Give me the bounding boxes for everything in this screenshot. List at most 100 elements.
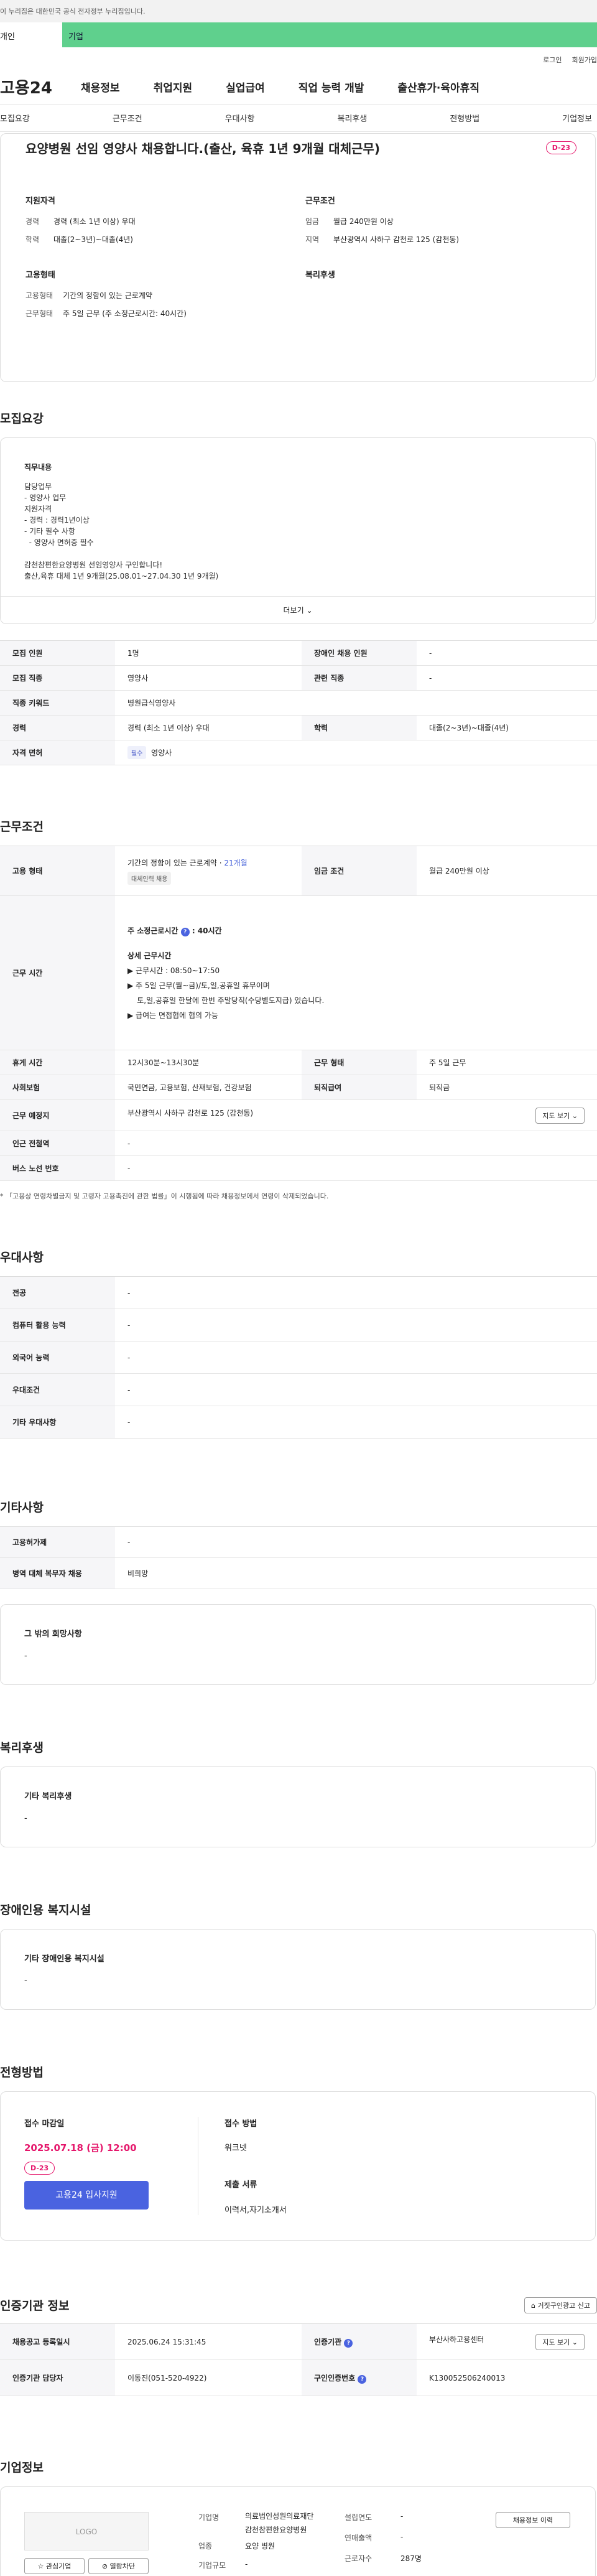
anchor-welfare[interactable]: 복리후생 <box>337 112 367 124</box>
gnb-jobs[interactable]: 채용정보 <box>81 79 120 95</box>
company-field-label: 설립연도 <box>345 2513 373 2522</box>
cert-map-button[interactable]: 지도 보기 ⌄ <box>535 2333 585 2350</box>
emp-label: 근무형태 <box>25 309 53 318</box>
block-view-button[interactable]: ⊘ 열람차단 <box>88 2558 149 2574</box>
row-value: 국민연금, 고용보험, 산재보험, 건강보험 <box>115 1075 302 1100</box>
row-label: 임금 조건 <box>302 846 417 896</box>
row-label: 사회보험 <box>0 1075 115 1100</box>
duty-title: 직무내용 <box>24 463 52 472</box>
chevron-down-icon: ⌄ <box>572 2338 578 2346</box>
qual-label: 경력 <box>25 217 40 226</box>
detail-hours-title: 상세 근무시간 <box>127 951 172 960</box>
qual-label: 학력 <box>25 235 40 244</box>
disabled-section-title: 장애인용 복지시설 <box>0 1903 91 1917</box>
job-history-button[interactable]: 채용정보 이력 <box>496 2512 570 2528</box>
row-value: 퇴직금 <box>417 1075 597 1100</box>
row-label: 학력 <box>302 715 417 740</box>
row-value: 필수 영양사 <box>115 740 597 765</box>
table-row: 버스 노선 번호 - <box>0 1155 597 1181</box>
info-icon[interactable]: ? <box>344 2338 353 2348</box>
table-row: 우대조건 - <box>0 1373 597 1406</box>
disabled-card: 기타 장애인용 복지시설 - <box>0 1929 596 2010</box>
row-label: 고용허가제 <box>0 1526 115 1558</box>
company-field-label: 연매출액 <box>345 2534 373 2542</box>
row-label: 병역 대체 복무자 채용 <box>0 1557 115 1589</box>
detail-hours-text: ▶ 근무시간 : 08:50~17:50 ▶ 주 5일 근무(월~금)/토,일,… <box>127 966 325 1020</box>
company-section-title: 기업정보 <box>0 2461 44 2475</box>
gnb-maternity-leave[interactable]: 출산휴가·육아휴직 <box>397 79 479 95</box>
gnb-unemployment-benefit[interactable]: 실업급여 <box>226 79 265 95</box>
anchor-selection[interactable]: 전형방법 <box>450 112 479 124</box>
etc-section-title: 기타사항 <box>0 1501 44 1514</box>
cert-number-label: 구인인증번호 <box>314 2373 356 2382</box>
fav-company-button[interactable]: ☆ 관심기업 <box>24 2558 85 2574</box>
table-row: 휴게 시간 12시30분~13시30분 근무 형태 주 5일 근무 <box>0 1050 597 1075</box>
chevron-down-icon: ⌄ <box>306 606 313 615</box>
info-icon[interactable]: ? <box>180 927 190 936</box>
anchor-company[interactable]: 기업정보 <box>562 112 592 124</box>
row-value: 부산광역시 사하구 감천로 125 (감천동) 지도 보기 ⌄ <box>115 1099 597 1131</box>
replacement-badge: 대체인력 채용 <box>127 871 172 885</box>
table-row: 모집 직종 영양사 관련 직종 - <box>0 665 597 691</box>
work-location-value: 부산광역시 사하구 감천로 125 (감천동) <box>127 1108 254 1118</box>
row-value: - <box>115 1131 597 1156</box>
row-value: 2025.06.24 15:31:45 <box>115 2323 302 2360</box>
table-row: 근무 시간 주 소정근로시간 ? : 40시간 상세 근무시간 ▶ 근무시간 :… <box>0 895 597 1050</box>
more-button[interactable]: 더보기 ⌄ <box>1 596 595 623</box>
table-row: 경력 경력 (최소 1년 이상) 우대 학력 대졸(2~3년)~대졸(4년) <box>0 715 597 740</box>
welfare-section-title: 복리후생 <box>0 1741 44 1755</box>
emp-title: 고용형태 <box>25 271 55 280</box>
row-value: 부산사하고용센터 지도 보기 ⌄ <box>417 2323 597 2360</box>
gov-notice-bar: 이 누리집은 대한민국 공식 전자정부 누리집입니다. <box>0 0 597 22</box>
signup-link[interactable]: 회원가입 <box>572 55 597 70</box>
welfare-card: 기타 복리후생 - <box>0 1766 596 1847</box>
company-field-label: 근로자수 <box>345 2554 373 2563</box>
cond-label: 지역 <box>305 235 320 244</box>
site-logo[interactable]: 고용24 <box>0 75 68 98</box>
work-table: 고용 형태 기간의 정함이 있는 근로계약 · 21개월 대체인력 채용 임금 … <box>0 846 597 1181</box>
login-link[interactable]: 로그인 <box>543 55 562 70</box>
apply-button[interactable]: 고용24 입사지원 <box>24 2181 149 2210</box>
company-field-label: 기업명 <box>198 2513 220 2522</box>
tab-individual[interactable]: 개인 <box>0 22 62 47</box>
anchor-pref[interactable]: 우대사항 <box>225 112 255 124</box>
table-row: 채용공고 등록일시 2025.06.24 15:31:45 인증기관 ? 부산사하고용… <box>0 2323 597 2360</box>
row-label: 컴퓨터 활용 능력 <box>0 1309 115 1342</box>
table-row: 고용허가제 - <box>0 1526 597 1558</box>
other-wish-card: 그 밖의 희망사항 - <box>0 1604 596 1685</box>
row-value: - <box>115 1406 597 1439</box>
report-button[interactable]: ⌂ 거짓구인광고 신고 <box>524 2297 597 2313</box>
pref-section-title: 우대사항 <box>0 1251 44 1264</box>
info-icon[interactable]: ? <box>358 2374 367 2384</box>
section-anchor-bar: 모집요강 근무조건 우대사항 복리후생 전형방법 기업정보 <box>0 105 597 132</box>
etc-table: 고용허가제 - 병역 대체 복무자 채용 비희망 <box>0 1526 597 1589</box>
tab-company[interactable]: 기업 <box>62 22 597 47</box>
company-industry-value: 요양 병원 <box>245 2542 275 2550</box>
summary-card: 요양병원 선임 영양사 채용합니다.(출산, 육휴 1년 9개월 대체근무) D… <box>0 133 596 382</box>
global-nav: 고용24 채용정보 취업지원 실업급여 직업 능력 개발 출산휴가·육아휴직 <box>0 70 597 105</box>
row-label: 자격 면허 <box>0 740 115 765</box>
row-value: 대졸(2~3년)~대졸(4년) <box>417 715 597 740</box>
selection-dday-badge: D-23 <box>24 2162 55 2175</box>
emp-value: 주 5일 근무 (주 소정근로시간: 40시간) <box>63 309 187 318</box>
anchor-work[interactable]: 근무조건 <box>113 112 142 124</box>
pref-table: 전공 - 컴퓨터 활용 능력 - 외국어 능력 - 우대조건 - 기타 우대사항 - <box>0 1276 597 1439</box>
row-label: 채용공고 등록일시 <box>0 2323 115 2360</box>
duty-card: 직무내용 담당업무 - 영양사 업무 지원자격 - 경력 : 경력1년이상 - … <box>0 437 596 624</box>
method-value: 워크넷 <box>224 2144 247 2153</box>
anchor-recruit[interactable]: 모집요강 <box>0 112 30 124</box>
row-label: 전공 <box>0 1276 115 1309</box>
row-label: 버스 노선 번호 <box>0 1155 115 1181</box>
gnb-vocational-training[interactable]: 직업 능력 개발 <box>298 79 364 95</box>
table-row: 근무 예정지 부산광역시 사하구 감천로 125 (감천동) 지도 보기 ⌄ <box>0 1099 597 1131</box>
row-value: - <box>115 1309 597 1342</box>
report-button-label: 거짓구인광고 신고 <box>537 2301 590 2310</box>
row-value: 이동진(051-520-4922) <box>115 2359 302 2396</box>
map-button[interactable]: 지도 보기 ⌄ <box>535 1107 585 1124</box>
emp-months: 21개월 <box>224 858 248 867</box>
company-size-value: - <box>245 2560 248 2569</box>
cond-value: 월급 240만원 이상 <box>333 217 394 226</box>
gnb-employment-support[interactable]: 취업지원 <box>154 79 193 95</box>
row-value: 주 5일 근무 <box>417 1050 597 1075</box>
qual-title: 지원자격 <box>25 197 55 206</box>
